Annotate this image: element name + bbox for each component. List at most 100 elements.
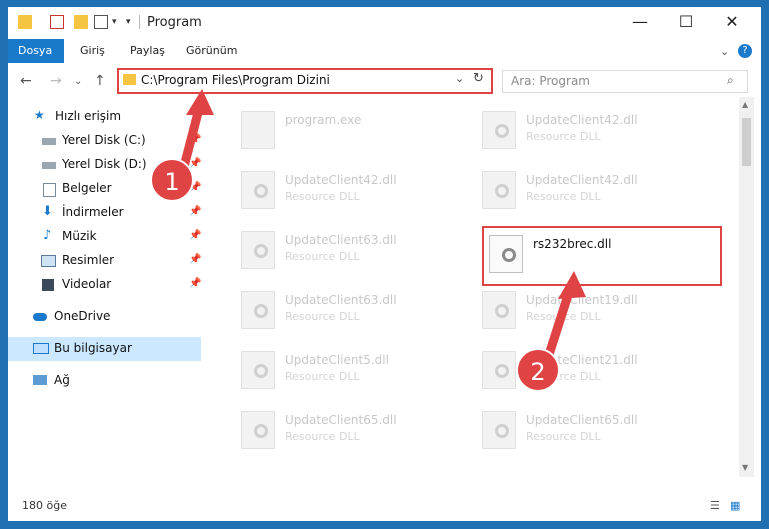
sidebar-item-this-pc[interactable]: Bu bilgisayar	[8, 337, 201, 361]
tab-view[interactable]: Görünüm	[176, 39, 247, 63]
file-name: UpdateClient65.dll	[526, 413, 638, 427]
search-icon[interactable]: ⌕	[727, 73, 734, 88]
file-tile[interactable]: UpdateClient5.dll Resource DLL	[237, 345, 467, 395]
back-arrow-icon[interactable]: ←	[20, 73, 32, 89]
file-tile[interactable]: UpdateClient65.dll Resource DLL	[478, 405, 708, 455]
documents-icon	[43, 183, 56, 197]
chevron-down-icon[interactable]: ⌄	[720, 45, 729, 58]
navigation-bar: ← → ⌄ ↑ C:\Program Files\Program Dizini …	[8, 63, 761, 97]
sidebar-item-videos[interactable]: Videolar 📌	[8, 273, 201, 297]
vertical-scrollbar[interactable]: ▲ ▼	[739, 97, 754, 477]
properties-icon[interactable]	[50, 15, 64, 29]
file-type: Resource DLL	[526, 430, 601, 443]
tiles-view-icon[interactable]: ▦	[730, 499, 740, 512]
maximize-button[interactable]: ☐	[663, 7, 709, 39]
cloud-icon	[33, 313, 47, 321]
window-title: Program	[147, 15, 202, 30]
file-name: UpdateClient65.dll	[285, 413, 397, 427]
ribbon-tabs: Dosya Giriş Paylaş Görünüm ⌄ ?	[8, 39, 761, 63]
file-type: Resource DLL	[285, 190, 360, 203]
file-tile[interactable]: UpdateClient63.dll Resource DLL	[237, 285, 467, 335]
scroll-down-icon[interactable]: ▼	[742, 463, 748, 472]
sidebar-item-label: Belgeler	[62, 181, 112, 195]
step-badge-2: 2	[516, 348, 560, 392]
customize-toolbar-icon[interactable]: ▾	[126, 17, 136, 31]
title-bar: ▾ ▾ Program — ☐ ✕	[8, 7, 761, 39]
sidebar-item-label: Hızlı erişim	[55, 109, 122, 123]
dll-file-icon	[482, 171, 516, 209]
dll-file-icon	[241, 351, 275, 389]
file-type: Resource DLL	[526, 130, 601, 143]
minimize-button[interactable]: —	[617, 7, 663, 39]
help-icon[interactable]: ?	[738, 44, 752, 58]
download-icon: ⬇	[42, 204, 53, 219]
sidebar-item-onedrive[interactable]: OneDrive	[8, 305, 201, 329]
dll-file-icon	[241, 411, 275, 449]
dll-file-icon	[482, 351, 516, 389]
tab-share[interactable]: Paylaş	[120, 39, 175, 63]
file-tile[interactable]: UpdateClient65.dll Resource DLL	[237, 405, 467, 455]
file-tile[interactable]: UpdateClient42.dll Resource DLL	[237, 165, 467, 215]
sidebar-item-pictures[interactable]: Resimler 📌	[8, 249, 201, 273]
file-tile[interactable]: UpdateClient19.dll Resource DLL	[478, 285, 708, 335]
video-icon	[42, 279, 54, 291]
pictures-icon	[41, 255, 56, 267]
scrollbar-thumb[interactable]	[742, 118, 751, 166]
highlight-box	[482, 226, 722, 286]
item-count: 180 öğe	[22, 499, 67, 512]
new-folder-icon[interactable]	[74, 15, 88, 29]
pin-icon[interactable]: 📌	[189, 230, 201, 241]
explorer-window: ▾ ▾ Program — ☐ ✕ Dosya Giriş Paylaş Gör…	[8, 7, 761, 521]
file-type: Resource DLL	[285, 310, 360, 323]
network-icon	[33, 375, 47, 385]
dll-file-icon	[482, 111, 516, 149]
dll-file-icon	[482, 411, 516, 449]
application-icon	[241, 111, 275, 149]
pin-icon[interactable]: 📌	[189, 206, 201, 217]
file-tile[interactable]: UpdateClient42.dll Resource DLL	[478, 165, 708, 215]
file-tile[interactable]: program.exe	[237, 105, 467, 155]
recent-locations-icon[interactable]: ⌄	[74, 76, 82, 87]
address-path: C:\Program Files\Program Dizini	[141, 73, 330, 87]
dll-file-icon	[482, 291, 516, 329]
chevron-down-icon[interactable]: ▾	[112, 17, 122, 31]
divider	[139, 15, 140, 29]
folder-icon	[18, 15, 32, 29]
sidebar-item-label: Yerel Disk (C:)	[62, 133, 146, 147]
scroll-up-icon[interactable]: ▲	[742, 100, 748, 109]
details-view-icon[interactable]: ☰	[710, 499, 720, 512]
music-icon: ♪	[43, 228, 52, 243]
dll-file-icon	[241, 231, 275, 269]
file-tile[interactable]: UpdateClient63.dll Resource DLL	[237, 225, 467, 275]
sidebar-item-network[interactable]: Ağ	[8, 369, 201, 393]
up-arrow-icon[interactable]: ↑	[94, 73, 106, 89]
drive-icon	[42, 162, 56, 169]
refresh-icon[interactable]: ↻	[473, 71, 484, 86]
file-type: Resource DLL	[285, 430, 360, 443]
sidebar-item-label: Müzik	[62, 229, 97, 243]
tab-file[interactable]: Dosya	[8, 39, 64, 63]
file-tile[interactable]: UpdateClient42.dll Resource DLL	[478, 105, 708, 155]
file-name: program.exe	[285, 113, 362, 127]
sidebar-item-downloads[interactable]: ⬇ İndirmeler 📌	[8, 201, 201, 225]
file-name: UpdateClient63.dll	[285, 233, 397, 247]
dll-file-icon	[241, 171, 275, 209]
sidebar-item-label: İndirmeler	[62, 205, 124, 219]
drive-icon	[42, 138, 56, 145]
forward-arrow-icon[interactable]: →	[50, 73, 62, 89]
tab-home[interactable]: Giriş	[70, 39, 115, 63]
close-button[interactable]: ✕	[709, 7, 755, 39]
sidebar-item-music[interactable]: ♪ Müzik 📌	[8, 225, 201, 249]
pin-icon[interactable]: 📌	[189, 254, 201, 265]
computer-icon	[33, 343, 49, 354]
chevron-down-icon[interactable]: ⌄	[455, 72, 464, 85]
pin-icon[interactable]: 📌	[189, 278, 201, 289]
view-options-icon[interactable]	[94, 15, 108, 29]
search-placeholder: Ara: Program	[511, 74, 590, 88]
file-tile[interactable]: UpdateClient21.dll Resource DLL	[478, 345, 708, 395]
dll-file-icon	[241, 291, 275, 329]
sidebar-item-label: Bu bilgisayar	[54, 341, 132, 355]
file-type: Resource DLL	[285, 250, 360, 263]
file-name: UpdateClient42.dll	[285, 173, 397, 187]
search-input[interactable]: Ara: Program ⌕	[502, 70, 748, 93]
